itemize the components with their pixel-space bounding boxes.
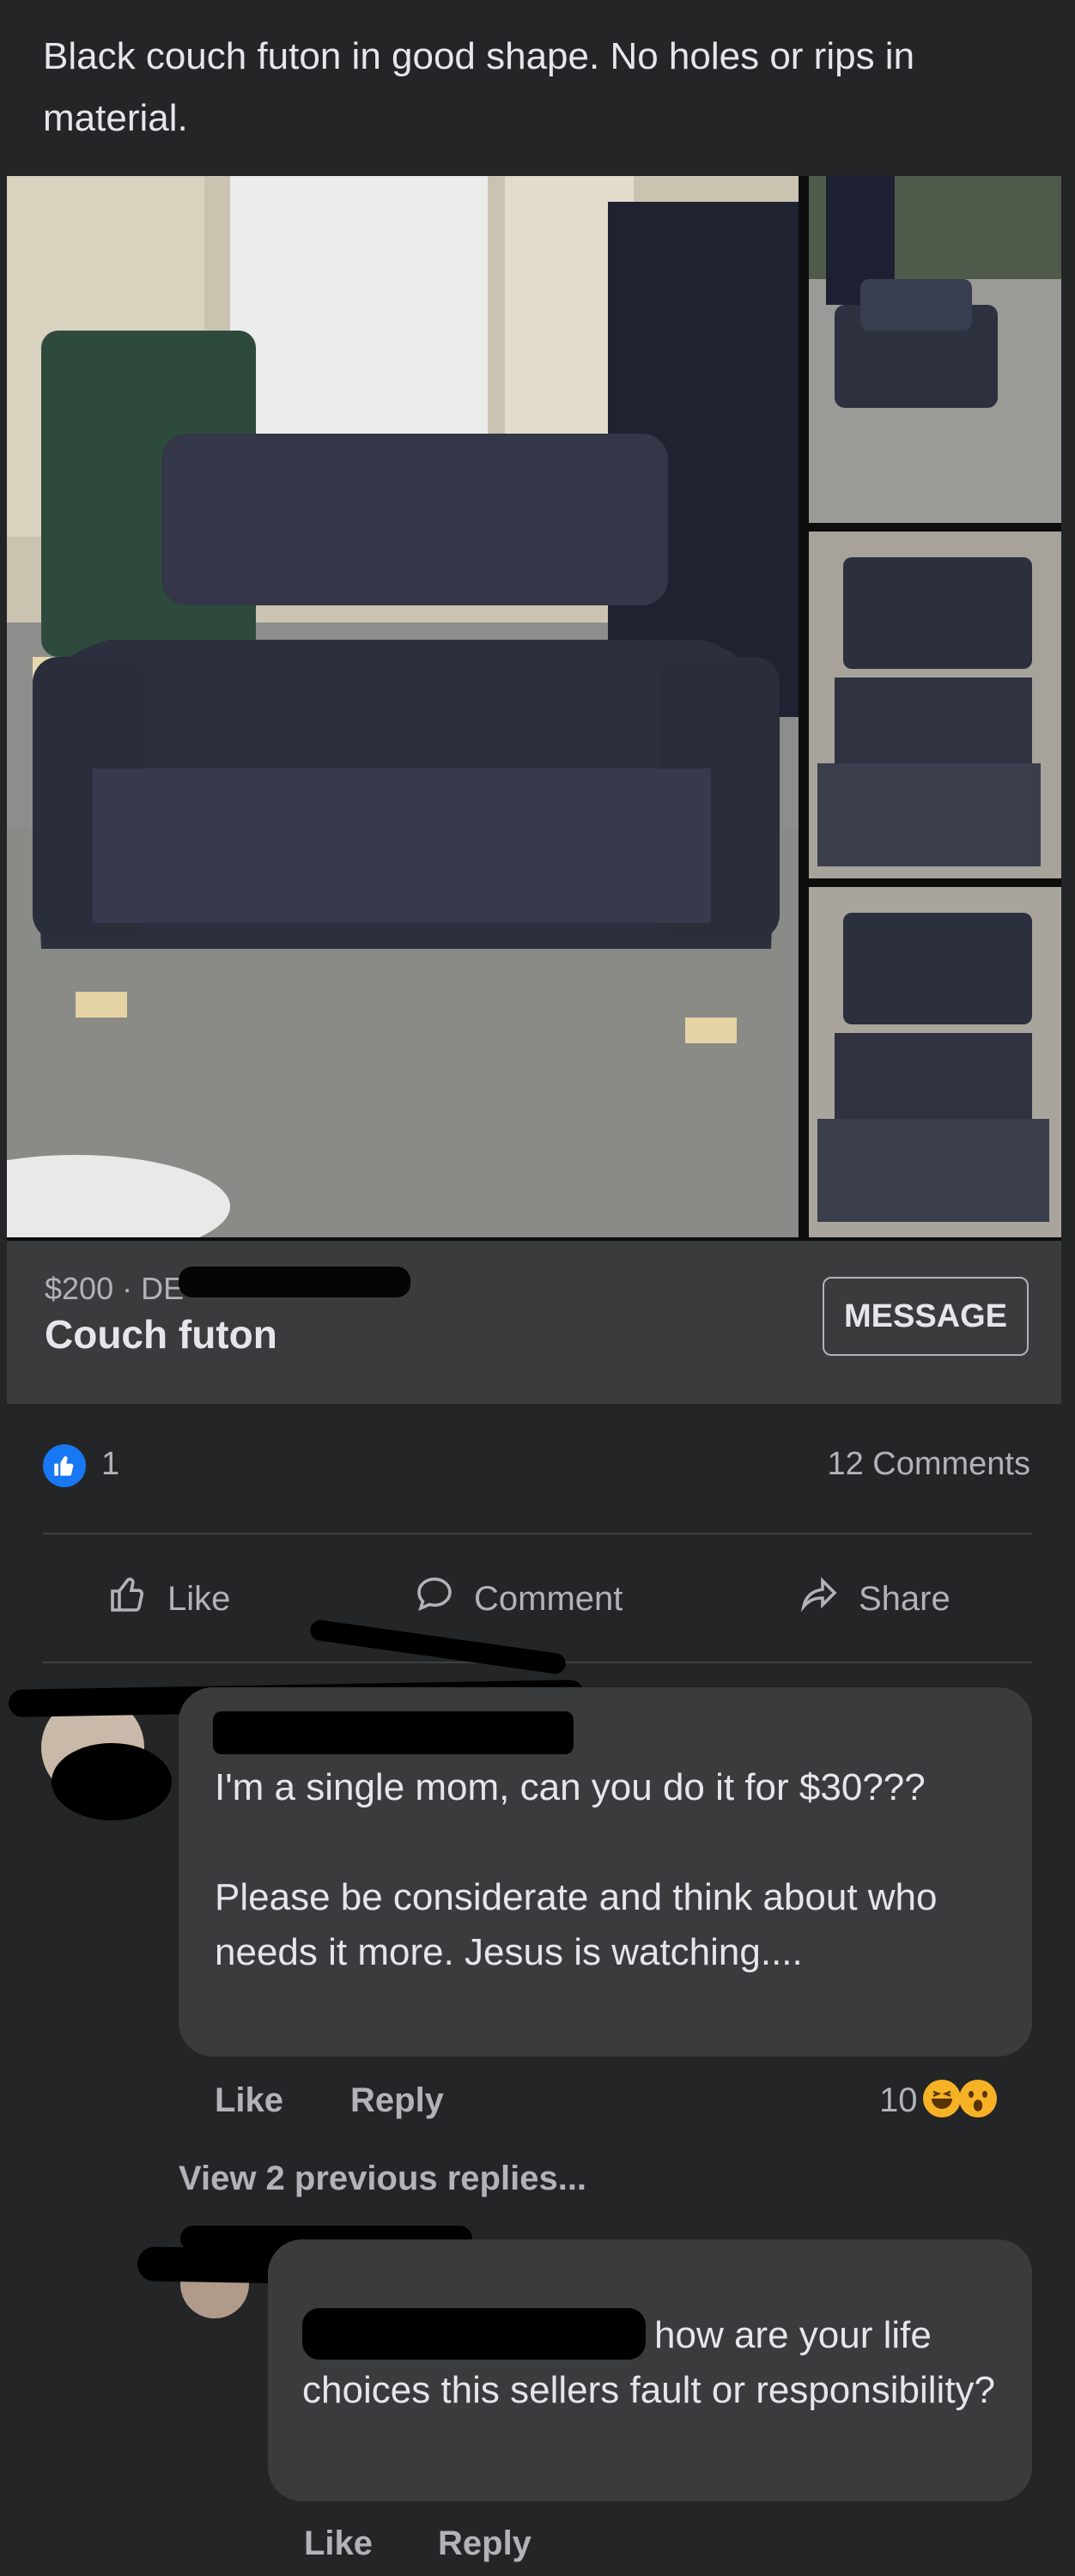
divider-top (43, 1533, 1032, 1534)
main-photo-futon[interactable] (7, 176, 799, 1237)
comment-line-2: Please be considerate and think about wh… (215, 1876, 938, 1973)
reply-bubble: how are your life choices this sellers f… (268, 2239, 1032, 2501)
comment-reply-link[interactable]: Reply (350, 2081, 444, 2120)
comment-bubble: I'm a single mom, can you do it for $30?… (179, 1687, 1032, 2057)
like-count[interactable]: 1 (101, 1446, 119, 1483)
thumbs-up-icon (107, 1574, 149, 1624)
photo-thumbnail-3[interactable] (809, 887, 1061, 1237)
post-description: Black couch futon in good shape. No hole… (43, 35, 915, 139)
listing-title: Couch futon (45, 1312, 277, 1357)
like-action-label: Like (167, 1579, 231, 1618)
redaction-commenter (213, 1711, 574, 1754)
photo-thumbnail-2[interactable] (809, 532, 1061, 878)
view-previous-replies-link[interactable]: View 2 previous replies... (179, 2160, 586, 2198)
haha-emoji-icon (921, 2078, 963, 2123)
photo-grid (7, 176, 1061, 1241)
comments-count-link[interactable]: 12 Comments (827, 1446, 1030, 1483)
share-action-button[interactable]: Share (799, 1564, 950, 1633)
comment-bubble-icon (414, 1574, 455, 1624)
share-action-label: Share (859, 1579, 950, 1618)
reaction-summary[interactable]: 10 (879, 2078, 999, 2123)
reaction-count: 10 (879, 2081, 918, 2119)
message-button[interactable]: MESSAGE (823, 1277, 1029, 1356)
listing-info-bar: $200 · DE Couch futon MESSAGE (7, 1241, 1061, 1404)
comment-line-1: I'm a single mom, can you do it for $30?… (215, 1766, 926, 1808)
photo-thumbnail-1[interactable] (809, 176, 1061, 523)
comment-like-link[interactable]: Like (215, 2081, 283, 2120)
like-action-button[interactable]: Like (107, 1564, 230, 1633)
redaction-avatar (52, 1743, 172, 1820)
reply-text: how are your life choices this sellers f… (302, 2314, 996, 2411)
comment-action-label: Comment (474, 1579, 623, 1618)
redaction-location (179, 1267, 410, 1297)
share-arrow-icon (799, 1574, 840, 1624)
reply-like-link[interactable]: Like (304, 2524, 373, 2563)
price-location: $200 · DE (45, 1271, 185, 1306)
wow-emoji-icon (957, 2078, 999, 2123)
comment-action-button[interactable]: Comment (414, 1564, 623, 1633)
like-reaction-icon[interactable] (43, 1444, 86, 1487)
reply-reply-link[interactable]: Reply (438, 2524, 531, 2563)
